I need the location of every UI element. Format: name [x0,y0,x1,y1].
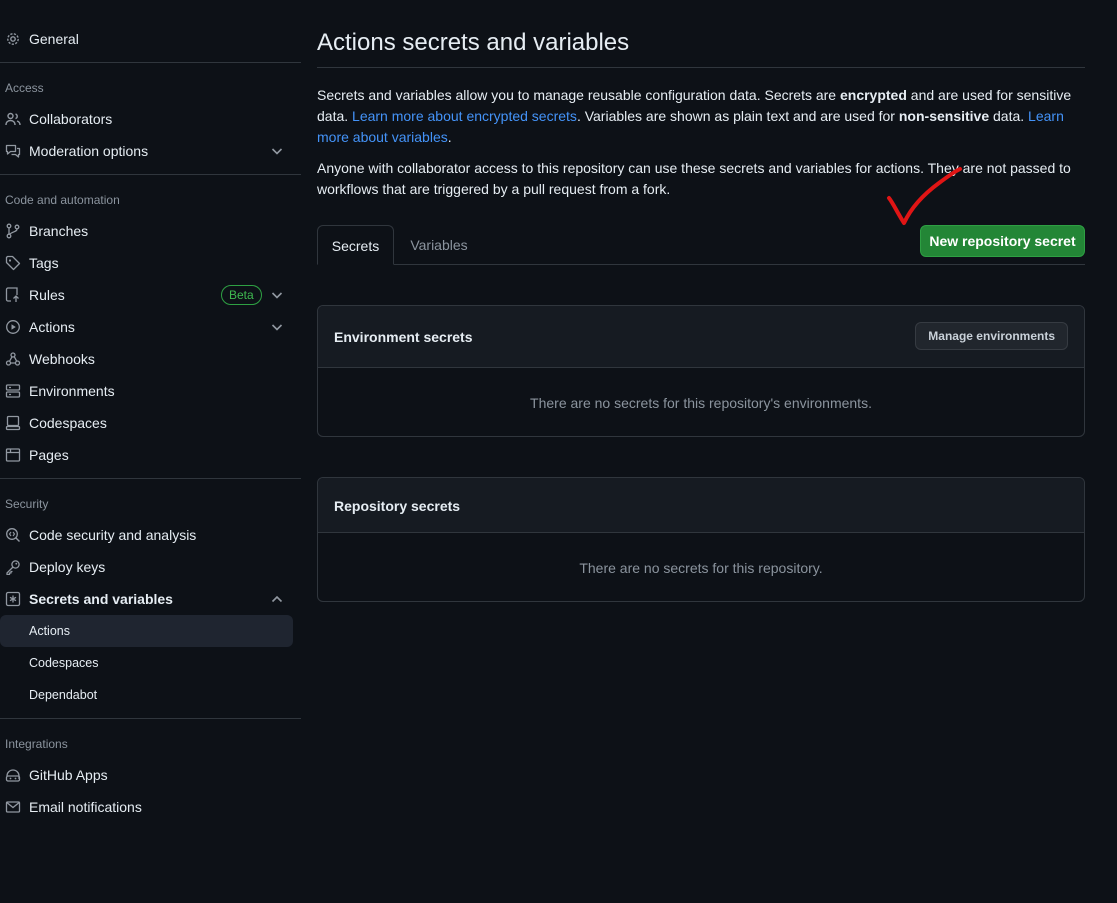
chevron-down-icon[interactable] [269,287,285,303]
sidebar-item-label: General [29,31,79,47]
sidebar-divider [0,174,301,175]
sidebar-item-rules[interactable]: Rules Beta [0,279,293,311]
sidebar-divider [0,62,301,63]
repository-secrets-panel: Repository secrets There are no secrets … [317,477,1085,602]
sidebar-item-tags[interactable]: Tags [0,247,293,279]
section-heading-security: Security [5,497,49,511]
git-branch-icon [5,223,21,239]
chevron-up-icon[interactable] [269,591,285,607]
apps-icon [5,767,21,783]
access-note: Anyone with collaborator access to this … [317,160,1071,197]
intro-text: . Variables are shown as plain text and … [576,108,899,124]
title-divider [317,67,1085,68]
people-icon [5,111,21,127]
sidebar-item-label: Codespaces [29,415,107,431]
section-heading-integrations: Integrations [5,737,68,751]
sidebar-item-label: Environments [29,383,115,399]
key-asterisk-icon [5,591,21,607]
sidebar-item-collaborators[interactable]: Collaborators [0,103,293,135]
intro-text: Secrets and variables allow you to manag… [317,87,840,103]
sidebar-item-moderation-options[interactable]: Moderation options [0,135,293,167]
chevron-down-icon[interactable] [269,319,285,335]
tab-secrets[interactable]: Secrets [317,225,394,265]
sidebar-item-label: Codespaces [29,656,99,670]
webhook-icon [5,351,21,367]
sidebar-item-label: Pages [29,447,69,463]
sidebar-subitem-dependabot[interactable]: Dependabot [0,679,293,711]
chevron-down-icon[interactable] [269,143,285,159]
environment-secrets-header: Environment secrets Manage environments [318,306,1084,368]
server-icon [5,383,21,399]
sidebar-item-email-notifications[interactable]: Email notifications [0,791,293,823]
sidebar-item-label: Actions [29,319,75,335]
sidebar-item-label: Dependabot [29,688,98,702]
environment-secrets-empty-message: There are no secrets for this repository… [530,395,872,411]
codescan-icon [5,527,21,543]
intro-paragraph: Secrets and variables allow you to manag… [317,85,1085,148]
repository-secrets-header: Repository secrets [318,478,1084,533]
intro-bold-non-sensitive: non-sensitive [898,108,990,124]
intro-text: data. [989,108,1029,124]
environment-secrets-panel: Environment secrets Manage environments … [317,305,1085,437]
sidebar-item-label: Webhooks [29,351,95,367]
sidebar-item-label: Deploy keys [29,559,106,575]
sidebar-item-label: Tags [29,255,59,271]
intro-text: . [447,129,452,145]
comment-discussion-icon [5,143,21,159]
sidebar-item-label: Actions [29,624,70,638]
browser-icon [5,447,21,463]
section-heading-access: Access [5,81,44,95]
repo-push-icon [5,287,21,303]
key-icon [5,559,21,575]
section-heading-code-automation: Code and automation [5,193,120,207]
manage-environments-button[interactable]: Manage environments [915,322,1068,350]
sidebar-item-branches[interactable]: Branches [0,215,293,247]
sidebar-item-secrets-and-variables[interactable]: Secrets and variables [0,583,293,615]
learn-more-secrets-link[interactable]: Learn more about encrypted secrets [352,108,577,124]
intro-bold-encrypted: encrypted [839,87,907,103]
codespaces-icon [5,415,21,431]
sidebar-item-webhooks[interactable]: Webhooks [0,343,293,375]
sidebar-item-label: Rules [29,287,65,303]
environment-secrets-title: Environment secrets [334,329,473,345]
sidebar-subitem-actions[interactable]: Actions [0,615,293,647]
gear-icon [5,31,21,47]
sidebar-item-label: Code security and analysis [29,527,197,543]
sidebar-divider [0,718,301,719]
sidebar-item-label: Collaborators [29,111,113,127]
red-checkmark-annotation [887,167,962,225]
sidebar-item-code-security[interactable]: Code security and analysis [0,519,293,551]
play-icon [5,319,21,335]
sidebar-item-environments[interactable]: Environments [0,375,293,407]
sidebar-item-codespaces[interactable]: Codespaces [0,407,293,439]
sidebar-item-github-apps[interactable]: GitHub Apps [0,759,293,791]
sidebar-item-label: Email notifications [29,799,142,815]
sidebar-item-deploy-keys[interactable]: Deploy keys [0,551,293,583]
sidebar-item-label: Branches [29,223,89,239]
sidebar-item-actions[interactable]: Actions [0,311,293,343]
sidebar-item-pages[interactable]: Pages [0,439,293,471]
sidebar-item-general[interactable]: General [0,23,293,55]
sidebar-item-label: Moderation options [29,143,149,159]
tab-variables[interactable]: Variables [395,225,483,265]
sidebar-item-label: GitHub Apps [29,767,108,783]
repository-secrets-empty-message: There are no secrets for this repository… [579,560,823,576]
sidebar-divider [0,478,301,479]
sidebar-item-label: Secrets and variables [29,591,173,607]
repository-secrets-title: Repository secrets [334,498,461,514]
page-title: Actions secrets and variables [317,29,630,56]
sidebar-subitem-codespaces[interactable]: Codespaces [0,647,293,679]
beta-badge: Beta [221,285,262,305]
tag-icon [5,255,21,271]
mail-icon [5,799,21,815]
